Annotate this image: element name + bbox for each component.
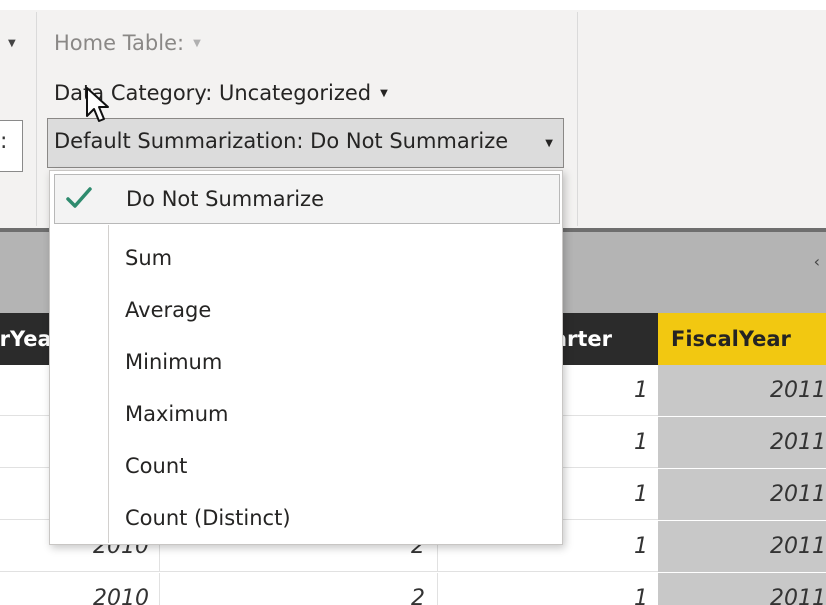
column-header-label: FiscalYear [671,327,791,351]
caret-down-icon: ▼ [545,138,553,149]
cell-fiscal-year[interactable]: 2011 [658,469,826,520]
mouse-pointer-icon [86,87,109,122]
caret-down-icon: ▼ [380,88,388,99]
caret-down-icon: ▼ [193,38,201,49]
ribbon-group-separator [577,12,578,226]
menu-item-label: Sum [125,246,173,270]
menu-item-sum[interactable]: Sum [50,233,562,285]
menu-item-count-distinct[interactable]: Count (Distinct) [50,493,562,545]
cell-fiscal-year[interactable]: 2011 [658,365,826,416]
format-input-edge[interactable]: : [0,120,23,172]
menu-item-label: Count [125,454,188,478]
menu-item-label: Do Not Summarize [126,187,324,211]
menu-item-maximum[interactable]: Maximum [50,389,562,441]
cell-fiscal-year[interactable]: 2011 [658,573,826,605]
ribbon-group-separator [36,12,37,226]
menu-item-minimum[interactable]: Minimum [50,337,562,389]
cell-fiscal-year[interactable]: 2011 [658,417,826,468]
cell-month[interactable]: 2 [160,573,438,605]
home-table-label: Home Table: [54,31,185,55]
menu-item-do-not-summarize[interactable]: Do Not Summarize [54,174,560,224]
home-table-dropdown: Home Table: ▼ [54,31,201,55]
cell-fiscal-quarter[interactable]: 1 [438,573,658,605]
checkmark-icon [66,187,92,208]
default-summarization-dropdown[interactable]: Default Summarization: Do Not Summarize … [47,118,564,168]
column-header-fiscal-year[interactable]: FiscalYear [658,313,826,365]
cell-calendar-year[interactable]: 2010 [0,573,160,605]
menu-item-count[interactable]: Count [50,441,562,493]
summarization-menu: Do Not Summarize Sum Average Minimum Maximum… [49,170,563,545]
default-summarization-label: Default Summarization: Do Not Summarize [54,129,509,153]
menu-item-label: Maximum [125,402,229,426]
menu-item-label: Minimum [125,350,223,374]
caret-down-icon[interactable]: ▼ [8,38,16,49]
menu-item-label: Average [125,298,212,322]
cell-fiscal-year[interactable]: 2011 [658,521,826,572]
menu-item-average[interactable]: Average [50,285,562,337]
format-input-text: : [0,129,8,154]
toolbar-glyph: ‹ [813,252,820,271]
ribbon-top-edge [0,0,826,10]
menu-item-label: Count (Distinct) [125,506,291,530]
table-row: 2010 2 1 2011 [0,573,826,605]
